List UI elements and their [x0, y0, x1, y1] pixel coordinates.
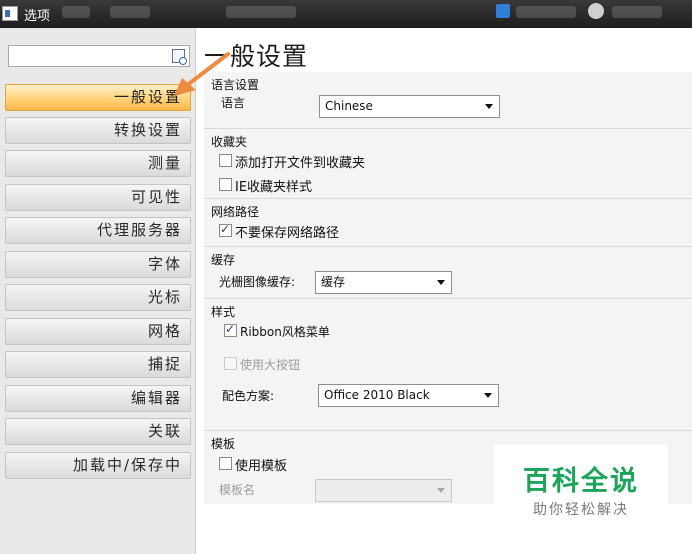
- group-network-path: 网络路径 不要保存网络路径: [204, 198, 692, 246]
- blurred-toolbar-item: [110, 6, 150, 18]
- color-scheme-label: 配色方案:: [222, 389, 275, 403]
- chevron-down-icon: [485, 104, 493, 109]
- group-label-network-path: 网络路径: [211, 205, 260, 219]
- ie-style-checkbox[interactable]: [219, 178, 232, 191]
- chevron-down-icon: [437, 488, 445, 493]
- ribbon-menu-checkbox[interactable]: [224, 322, 237, 337]
- blurred-toolbar-item: [516, 6, 576, 18]
- group-favorites: 收藏夹 添加打开文件到收藏夹 IE收藏夹样式: [204, 128, 692, 198]
- group-cache: 缓存 光栅图像缓存: 缓存: [204, 246, 692, 298]
- window-title: 选项: [24, 9, 51, 24]
- nav-item-general-settings[interactable]: 一般设置: [5, 84, 191, 111]
- group-style: 样式 Ribbon风格菜单 使用大按钮 配色方案: Office 2010 Bl…: [204, 298, 692, 430]
- dont-save-network-path-checkbox[interactable]: [219, 222, 232, 237]
- search-box: [8, 45, 190, 67]
- toolbar-circle-icon: [588, 3, 604, 19]
- use-template-checkbox[interactable]: [219, 457, 232, 470]
- options-nav-panel: 一般设置 转换设置 测量 可见性 代理服务器 字体 光标 网格 捕捉 编辑器 关…: [0, 28, 196, 554]
- title-bar: 选项: [0, 0, 692, 28]
- nav-item-font[interactable]: 字体: [5, 251, 191, 278]
- nav-item-grid[interactable]: 网格: [5, 318, 191, 345]
- group-label-template: 模板: [211, 437, 236, 451]
- search-input[interactable]: [9, 46, 169, 66]
- language-value: Chinese: [325, 99, 373, 113]
- group-language: 语言设置 语言 Chinese: [204, 72, 692, 124]
- ie-style-label: IE收藏夹样式: [235, 180, 313, 195]
- nav-item-proxy-server[interactable]: 代理服务器: [5, 217, 191, 244]
- nav-item-snap[interactable]: 捕捉: [5, 351, 191, 378]
- ribbon-menu-label: Ribbon风格菜单: [240, 325, 330, 339]
- blurred-toolbar-item: [62, 6, 90, 18]
- color-scheme-dropdown[interactable]: Office 2010 Black: [318, 384, 499, 407]
- color-scheme-value: Office 2010 Black: [324, 388, 430, 402]
- blurred-toolbar-item: [612, 6, 662, 18]
- group-label-cache: 缓存: [211, 253, 236, 267]
- template-name-label: 模板名: [219, 483, 256, 497]
- add-open-file-label: 添加打开文件到收藏夹: [235, 156, 366, 171]
- nav-item-conversion-settings[interactable]: 转换设置: [5, 117, 191, 144]
- nav-item-editor[interactable]: 编辑器: [5, 385, 191, 412]
- language-dropdown[interactable]: Chinese: [319, 95, 500, 118]
- nav-item-measurement[interactable]: 测量: [5, 150, 191, 177]
- watermark-title: 百科全说: [523, 466, 639, 497]
- template-name-dropdown[interactable]: [315, 479, 452, 502]
- settings-panel: 语言设置 语言 Chinese 收藏夹 添加打开文件到收藏夹 IE收藏夹样式 网…: [204, 72, 692, 504]
- raster-cache-value: 缓存: [321, 275, 346, 289]
- toolbar-blue-icon: [496, 4, 510, 18]
- watermark: 百科全说 助你轻松解决: [494, 445, 668, 529]
- app-icon: [2, 6, 18, 21]
- big-buttons-label: 使用大按钮: [240, 358, 301, 372]
- watermark-subtitle: 助你轻松解决: [533, 502, 629, 518]
- nav-item-visibility[interactable]: 可见性: [5, 184, 191, 211]
- group-label-favorites: 收藏夹: [211, 135, 248, 149]
- nav-item-loading-saving[interactable]: 加载中/保存中: [5, 452, 191, 479]
- use-template-label: 使用模板: [235, 459, 288, 474]
- dont-save-network-path-label: 不要保存网络路径: [235, 226, 340, 241]
- annotation-arrow-icon: [174, 52, 230, 96]
- raster-cache-label: 光栅图像缓存:: [219, 275, 296, 289]
- raster-cache-dropdown[interactable]: 缓存: [315, 271, 452, 294]
- blurred-toolbar-item: [226, 6, 296, 18]
- chevron-down-icon: [437, 280, 445, 285]
- big-buttons-checkbox[interactable]: [224, 357, 237, 370]
- nav-item-cursor[interactable]: 光标: [5, 284, 191, 311]
- group-label-style: 样式: [211, 305, 236, 319]
- chevron-down-icon: [484, 393, 492, 398]
- nav-item-association[interactable]: 关联: [5, 418, 191, 445]
- add-open-file-checkbox[interactable]: [219, 154, 232, 167]
